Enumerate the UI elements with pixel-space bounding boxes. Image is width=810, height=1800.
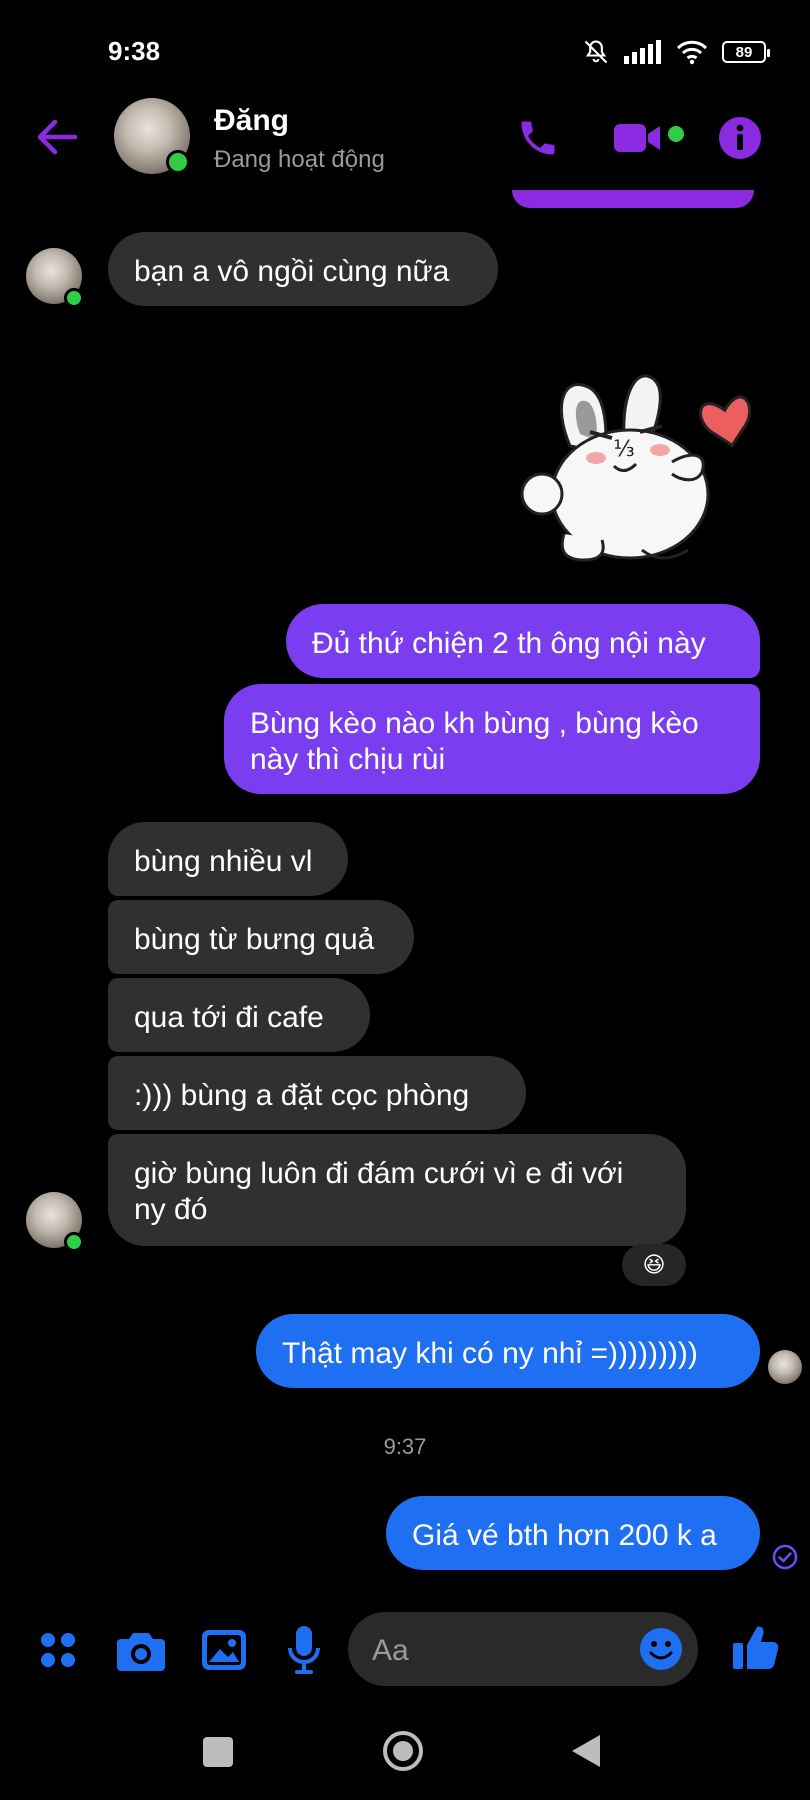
gallery-icon[interactable] bbox=[200, 1626, 248, 1674]
incoming-message[interactable]: :))) bùng a đặt cọc phòng bbox=[108, 1056, 526, 1130]
online-indicator bbox=[166, 150, 190, 174]
mic-icon[interactable] bbox=[282, 1624, 326, 1676]
rabbit-heart-sticker[interactable]: ⅓ bbox=[512, 354, 762, 574]
reaction-emoji: 😆 bbox=[642, 1252, 666, 1277]
svg-text:⅓: ⅓ bbox=[613, 437, 634, 462]
back-button[interactable] bbox=[566, 1730, 606, 1772]
battery-icon: 89 bbox=[722, 41, 770, 63]
incoming-message[interactable]: bùng nhiều vl bbox=[108, 822, 348, 896]
back-arrow-icon[interactable] bbox=[32, 112, 82, 162]
video-online-indicator bbox=[668, 126, 684, 142]
video-icon[interactable] bbox=[610, 112, 666, 164]
incoming-message[interactable]: giờ bùng luôn đi đám cưới vì e đi với ny… bbox=[108, 1134, 686, 1246]
contact-status: Đang hoạt động bbox=[214, 146, 385, 173]
status-icons: 89 bbox=[582, 36, 770, 68]
home-button[interactable] bbox=[380, 1728, 426, 1774]
recents-button[interactable] bbox=[198, 1732, 238, 1772]
wifi-icon bbox=[676, 40, 708, 65]
message-timestamp: 9:37 bbox=[383, 1434, 427, 1459]
outgoing-message[interactable]: Giá vé bth hơn 200 k a bbox=[386, 1496, 760, 1570]
online-indicator bbox=[64, 288, 84, 308]
phone-icon[interactable] bbox=[510, 110, 566, 166]
outgoing-message[interactable]: Thật may khi có ny nhỉ =))))))))) bbox=[256, 1314, 760, 1388]
status-time: 9:38 bbox=[108, 36, 161, 66]
scroll-indicator-bar bbox=[512, 190, 754, 208]
online-indicator bbox=[64, 1232, 84, 1252]
signal-icon bbox=[624, 40, 661, 64]
delivered-check-icon bbox=[772, 1544, 798, 1570]
outgoing-message[interactable]: Bùng kèo nào kh bùng , bùng kèo này thì … bbox=[224, 684, 760, 794]
emoji-icon[interactable] bbox=[638, 1626, 684, 1672]
incoming-message[interactable]: qua tới đi cafe bbox=[108, 978, 370, 1052]
info-icon[interactable] bbox=[712, 110, 768, 166]
incoming-message[interactable]: bạn a vô ngồi cùng nữa bbox=[108, 232, 498, 306]
mute-bell-icon bbox=[584, 40, 608, 64]
message-input-placeholder: Aa bbox=[372, 1634, 409, 1667]
outgoing-message[interactable]: Đủ thứ chiện 2 th ông nội này bbox=[286, 604, 760, 678]
camera-icon[interactable] bbox=[114, 1626, 168, 1674]
reaction-badge[interactable]: 😆 bbox=[622, 1244, 686, 1286]
contact-name[interactable]: Đăng bbox=[214, 104, 289, 138]
seen-avatar bbox=[768, 1350, 802, 1384]
incoming-message[interactable]: bùng từ bưng quả bbox=[108, 900, 414, 974]
menu-dots-icon[interactable] bbox=[36, 1628, 80, 1672]
thumbs-up-icon[interactable] bbox=[730, 1622, 782, 1674]
